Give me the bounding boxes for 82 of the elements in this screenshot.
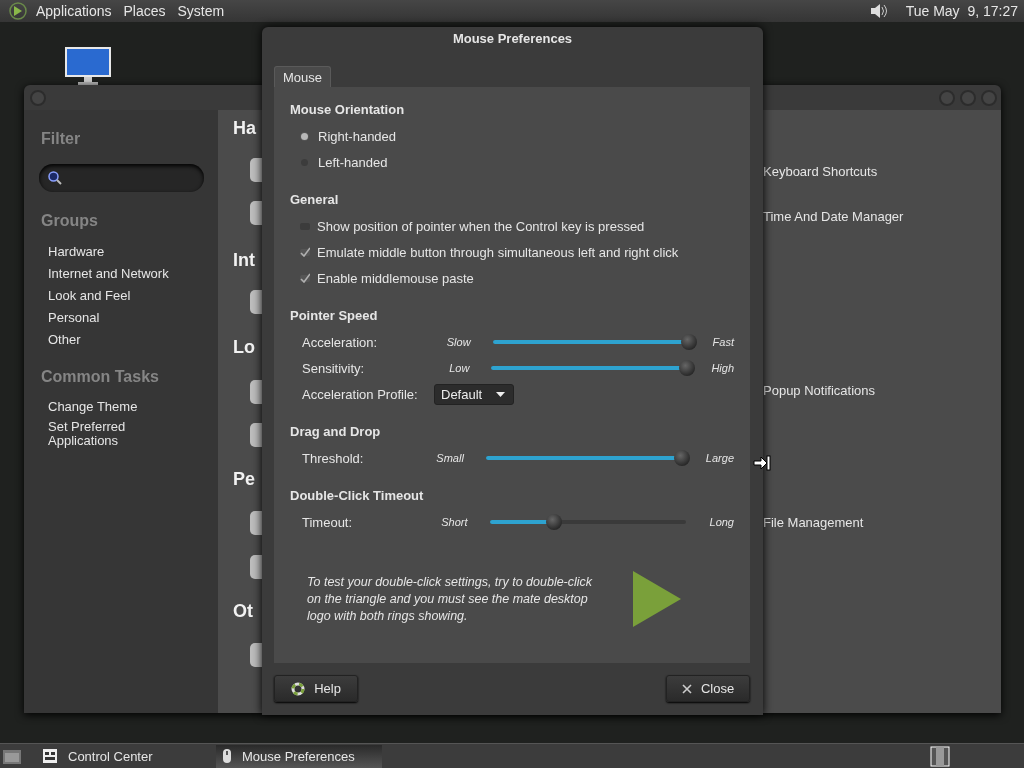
task-link[interactable]: Set Preferred Applications (48, 420, 158, 448)
slider-min-label: Low (448, 362, 470, 374)
app-icon[interactable] (250, 423, 262, 447)
slider-label: Acceleration: (302, 334, 379, 350)
radio-label: Left-handed (318, 154, 388, 170)
slider-max-label: High (711, 362, 734, 374)
slider-thumb[interactable] (673, 450, 690, 466)
slider-max-label: Large (705, 452, 734, 464)
section-heading: Double-Click Timeout (290, 487, 425, 505)
task-link[interactable]: Change Theme (48, 400, 158, 414)
checkbox[interactable] (300, 273, 310, 283)
section-heading: Int (233, 249, 255, 271)
taskbar-button[interactable]: Control Center (36, 744, 202, 768)
sidebar-heading: Groups (41, 211, 99, 231)
section-heading: Mouse Orientation (290, 101, 406, 119)
mouse-icon (222, 748, 232, 764)
applet-label[interactable]: Time And Date Manager (763, 209, 904, 225)
slider-min-label: Short (440, 516, 468, 528)
app-icon[interactable] (250, 380, 262, 404)
triangle-icon[interactable] (633, 571, 681, 627)
applet-label[interactable]: Keyboard Shortcuts (763, 164, 878, 180)
group-link[interactable]: Look and Feel (48, 288, 131, 304)
menu-logo-icon[interactable] (8, 2, 30, 20)
menu-item[interactable]: System (177, 3, 225, 19)
app-icon[interactable] (250, 158, 262, 182)
slider-thumb[interactable] (679, 360, 696, 376)
section-heading: Pointer Speed (290, 307, 379, 325)
slider-label: Threshold: (302, 450, 365, 466)
menu-item[interactable]: Applications (36, 3, 112, 19)
menu-item[interactable]: Places (123, 3, 166, 19)
close-button[interactable]: Close (666, 675, 750, 702)
dropdown-label: Acceleration Profile: (302, 386, 419, 402)
dialog-title: Mouse Preferences (451, 30, 574, 48)
slider-max-label: Long (709, 516, 734, 528)
app-icon[interactable] (250, 511, 262, 535)
checkbox-label: Enable middlemouse paste (317, 270, 474, 286)
radio-button[interactable] (301, 132, 308, 140)
app-icon[interactable] (250, 201, 262, 225)
tab[interactable]: Mouse (274, 66, 332, 87)
slider-label: Sensitivity: (302, 360, 366, 376)
close-icon (681, 683, 692, 694)
section-heading: Drag and Drop (290, 423, 382, 441)
clock: Tue May 9, 17:27 (905, 3, 1018, 19)
section-heading: Ot (233, 600, 253, 622)
sidebar-heading: Filter (41, 129, 82, 149)
control-panel-icon (42, 748, 58, 764)
group-link[interactable]: Internet and Network (48, 266, 169, 282)
slider-label: Timeout: (302, 514, 354, 530)
slider-thumb[interactable] (680, 334, 697, 350)
app-icon[interactable] (250, 643, 262, 667)
group-link[interactable]: Personal (48, 310, 100, 326)
hint-text: To test your double-click settings, try to double-click on the triangle and you must see the mate desktop logo with both rings showing. (307, 573, 594, 625)
checkbox-label: Show position of pointer when the Control key is pressed (317, 218, 645, 234)
dropdown[interactable]: Default (434, 383, 515, 405)
lifebuoy-icon (291, 681, 306, 696)
slider-min-label: Slow (445, 336, 471, 348)
radio-label: Right-handed (318, 128, 397, 144)
section-heading: Pe (233, 468, 256, 490)
app-icon[interactable] (250, 555, 262, 579)
help-button[interactable]: Help (274, 675, 358, 702)
group-link[interactable]: Hardware (48, 244, 105, 260)
cursor-icon (753, 455, 771, 471)
sidebar-heading: Common Tasks (41, 367, 160, 387)
checkbox-label: Emulate middle button through simultaneous left and right click (317, 244, 679, 260)
group-link[interactable]: Other (48, 332, 81, 348)
section-heading: Ha (233, 117, 256, 139)
search-icon (47, 170, 63, 186)
workspace-switcher-icon[interactable] (930, 745, 950, 767)
caret-icon (496, 391, 506, 397)
taskbar-button[interactable]: Mouse Preferences (216, 744, 382, 768)
section-heading: Lo (233, 336, 255, 358)
app-icon[interactable] (250, 290, 262, 314)
slider-thumb[interactable] (546, 514, 563, 530)
computer-icon[interactable] (64, 46, 112, 86)
applet-label[interactable]: Popup Notifications (763, 383, 875, 399)
checkbox[interactable] (300, 247, 310, 257)
slider-max-label: Fast (712, 336, 734, 348)
section-heading: General (290, 191, 340, 209)
search-field[interactable] (39, 164, 204, 192)
slider-min-label: Small (435, 452, 464, 464)
show-desktop-icon[interactable] (2, 747, 22, 765)
applet-label[interactable]: File Management (763, 515, 864, 531)
